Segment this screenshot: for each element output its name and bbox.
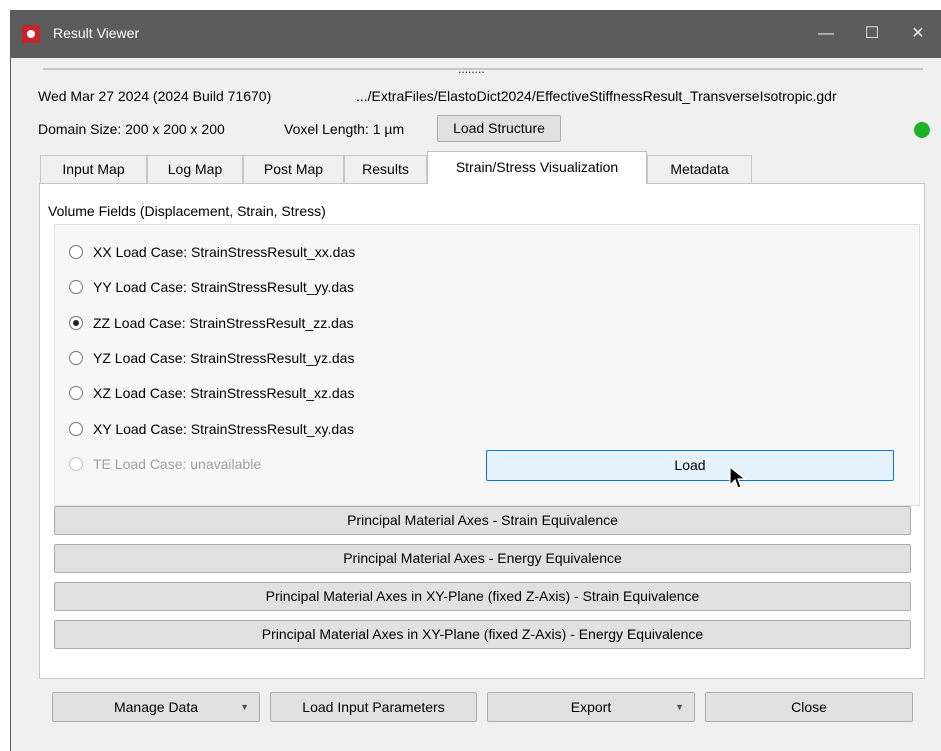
- chevron-down-icon: ▼: [240, 702, 249, 712]
- strain-equivalence-button[interactable]: Principal Material Axes - Strain Equival…: [54, 506, 911, 535]
- tab-metadata[interactable]: Metadata: [647, 155, 752, 183]
- app-logo-icon: [22, 25, 40, 43]
- radio-xx-load-case[interactable]: XX Load Case: StrainStressResult_xx.das: [69, 241, 355, 263]
- tab-input-map[interactable]: Input Map: [40, 155, 147, 183]
- result-viewer-window: Result Viewer — ☐ ✕ ........ Wed Mar 27 …: [10, 10, 941, 751]
- chevron-down-icon: ▼: [675, 702, 684, 712]
- title-bar[interactable]: Result Viewer — ☐ ✕: [11, 10, 941, 58]
- volume-fields-title: Volume Fields (Displacement, Strain, Str…: [48, 203, 326, 219]
- splitter-grip-dots: ........: [458, 62, 485, 76]
- xy-plane-energy-equivalence-button[interactable]: Principal Material Axes in XY-Plane (fix…: [54, 620, 911, 649]
- radio-button[interactable]: [69, 386, 83, 400]
- radio-label: YZ Load Case: StrainStressResult_yz.das: [93, 350, 355, 366]
- window-title: Result Viewer: [53, 25, 140, 41]
- tab-strain-stress-visualization[interactable]: Strain/Stress Visualization: [427, 151, 647, 184]
- minimize-button[interactable]: —: [803, 10, 849, 58]
- radio-button-disabled: [69, 457, 83, 471]
- tab-post-map[interactable]: Post Map: [243, 155, 344, 183]
- radio-label: YY Load Case: StrainStressResult_yy.das: [93, 279, 354, 295]
- radio-te-load-case: TE Load Case: unavailable: [69, 453, 261, 475]
- close-window-button[interactable]: ✕: [895, 10, 941, 58]
- radio-label: TE Load Case: unavailable: [93, 456, 262, 472]
- radio-label: XX Load Case: StrainStressResult_xx.das: [93, 244, 356, 260]
- radio-label: ZZ Load Case: StrainStressResult_zz.das: [93, 315, 354, 331]
- radio-xz-load-case[interactable]: XZ Load Case: StrainStressResult_xz.das: [69, 382, 354, 404]
- export-dropdown-button[interactable]: Export ▼: [487, 692, 695, 722]
- radio-yy-load-case[interactable]: YY Load Case: StrainStressResult_yy.das: [69, 276, 354, 298]
- status-indicator: [914, 122, 930, 138]
- radio-zz-load-case[interactable]: ZZ Load Case: StrainStressResult_zz.das: [69, 312, 354, 334]
- tab-log-map[interactable]: Log Map: [147, 155, 243, 183]
- tab-results[interactable]: Results: [344, 155, 427, 183]
- maximize-button[interactable]: ☐: [849, 10, 895, 58]
- radio-yz-load-case[interactable]: YZ Load Case: StrainStressResult_yz.das: [69, 347, 354, 369]
- load-input-parameters-button[interactable]: Load Input Parameters: [270, 692, 477, 722]
- voxel-length-label: Voxel Length: 1 µm: [284, 121, 405, 137]
- mouse-pointer-icon: [729, 465, 747, 489]
- radio-button[interactable]: [69, 280, 83, 294]
- radio-label: XY Load Case: StrainStressResult_xy.das: [93, 421, 354, 437]
- export-label: Export: [570, 699, 612, 715]
- build-date-label: Wed Mar 27 2024 (2024 Build 71670): [38, 88, 272, 104]
- domain-size-label: Domain Size: 200 x 200 x 200: [38, 121, 225, 137]
- radio-button[interactable]: [69, 351, 83, 365]
- manage-data-label: Manage Data: [113, 699, 199, 715]
- result-file-path: .../ExtraFiles/ElastoDict2024/EffectiveS…: [356, 88, 837, 104]
- manage-data-dropdown-button[interactable]: Manage Data ▼: [52, 692, 260, 722]
- load-structure-button[interactable]: Load Structure: [437, 115, 561, 142]
- xy-plane-strain-equivalence-button[interactable]: Principal Material Axes in XY-Plane (fix…: [54, 582, 911, 611]
- radio-button[interactable]: [69, 245, 83, 259]
- load-button[interactable]: Load: [486, 450, 894, 481]
- radio-xy-load-case[interactable]: XY Load Case: StrainStressResult_xy.das: [69, 418, 354, 440]
- energy-equivalence-button[interactable]: Principal Material Axes - Energy Equival…: [54, 544, 911, 573]
- radio-button[interactable]: [69, 422, 83, 436]
- close-button[interactable]: Close: [705, 692, 913, 722]
- radio-button-selected[interactable]: [69, 316, 83, 330]
- radio-label: XZ Load Case: StrainStressResult_xz.das: [93, 385, 355, 401]
